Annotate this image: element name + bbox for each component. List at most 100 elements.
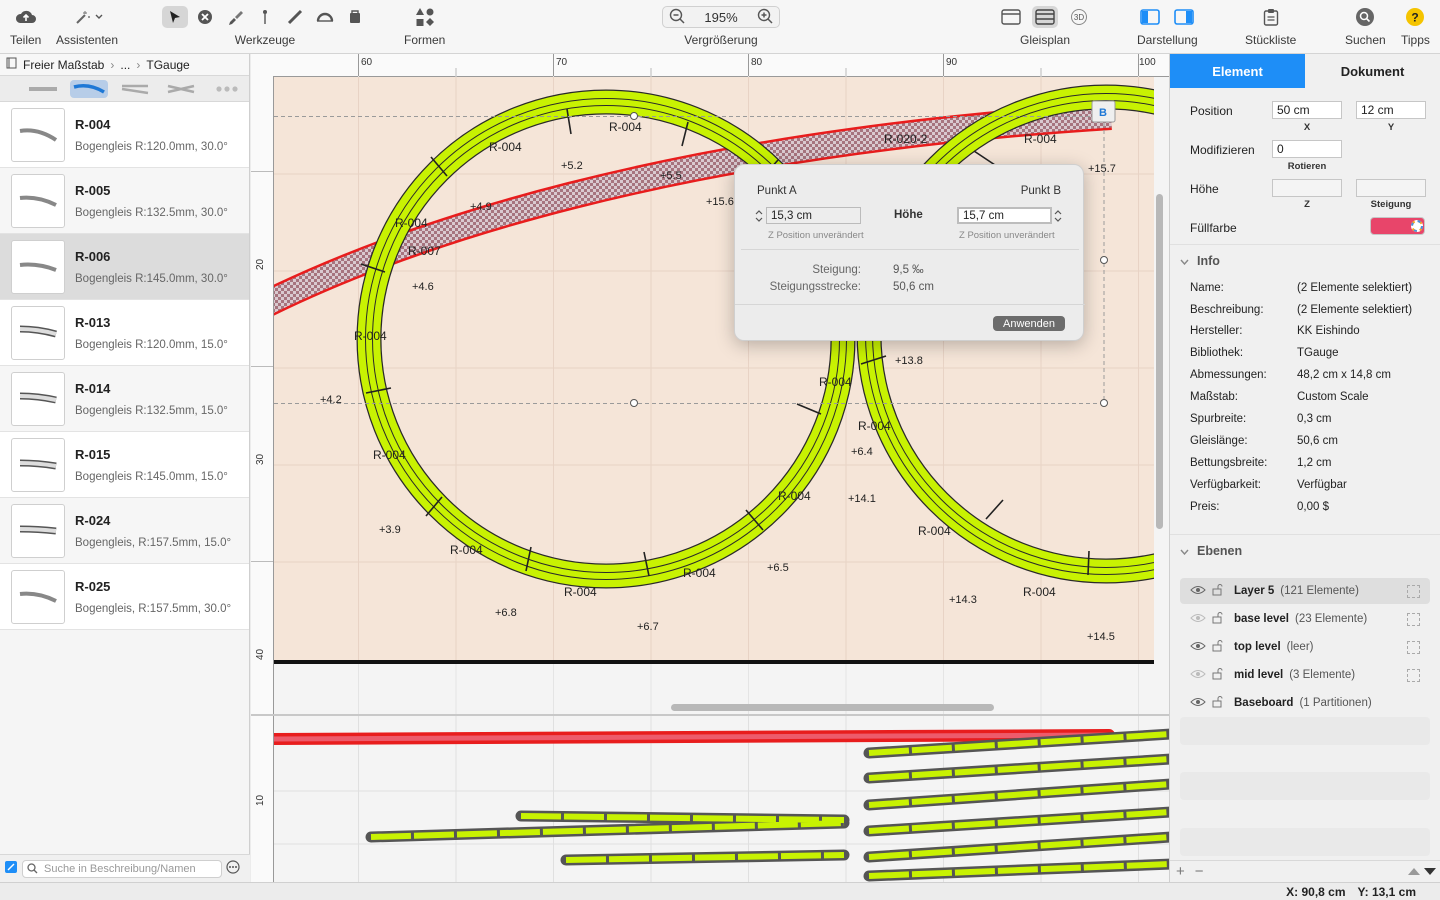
info-row: Beschreibung: (2 Elemente selektiert): [1190, 304, 1435, 316]
shapes-group[interactable]: Formen: [404, 6, 445, 47]
track-item[interactable]: R-005 Bogengleis R:132.5mm, 30.0°: [0, 168, 249, 234]
tips-label: Tipps: [1401, 33, 1430, 47]
toolbar: Teilen Assistenten Werkzeuge Formen 195%: [0, 0, 1440, 54]
track-item-desc: Bogengleis R:145.0mm, 15.0°: [75, 470, 228, 483]
layer-select-box[interactable]: [1407, 668, 1420, 682]
split-view-icon[interactable]: [1032, 6, 1058, 28]
layer-list-empty-row: [1180, 828, 1430, 856]
lock-open-icon[interactable]: [1212, 611, 1224, 627]
move-layer-icon[interactable]: [1407, 863, 1437, 880]
building-tool-icon[interactable]: [342, 6, 368, 28]
eye-icon[interactable]: [1190, 697, 1206, 710]
search-icon[interactable]: [1355, 6, 1375, 28]
track-item[interactable]: R-015 Bogengleis R:145.0mm, 15.0°: [0, 432, 249, 498]
clipboard-icon[interactable]: [1263, 6, 1279, 28]
breadcrumb-root[interactable]: Freier Maßstab: [23, 58, 104, 72]
lock-open-icon[interactable]: [1212, 639, 1224, 655]
height-z-field[interactable]: [1272, 179, 1342, 197]
position-x-field[interactable]: 50 cm: [1272, 101, 1342, 119]
track-item[interactable]: R-014 Bogengleis R:132.5mm, 15.0°: [0, 366, 249, 432]
track-label: R-004: [1024, 132, 1057, 146]
assistants-group[interactable]: Assistenten: [56, 6, 118, 47]
track-label: R-004: [858, 419, 891, 433]
lock-open-icon[interactable]: [1212, 583, 1224, 599]
layer-select-box[interactable]: [1407, 584, 1420, 598]
info-section-header[interactable]: Info: [1180, 254, 1220, 268]
library-search-input[interactable]: Suche in Beschreibung/Namen: [22, 859, 222, 878]
cloud-upload-icon[interactable]: [15, 6, 37, 28]
ruler-tool-icon[interactable]: [282, 6, 308, 28]
breadcrumb-current[interactable]: TGauge: [146, 58, 189, 72]
right-panel-icon[interactable]: [1171, 6, 1197, 28]
crossing-tab[interactable]: [162, 80, 200, 98]
lock-open-icon[interactable]: [1212, 667, 1224, 683]
point-a-height-field[interactable]: 15,3 cm: [766, 207, 861, 224]
point-b-stepper[interactable]: [1053, 208, 1063, 227]
view-group: Darstellung: [1137, 6, 1198, 47]
shapes-icon[interactable]: [415, 6, 435, 28]
layer-row[interactable]: Baseboard (1 Partitionen): [1180, 690, 1430, 716]
shapes-label: Formen: [404, 33, 446, 47]
share-group[interactable]: Teilen: [10, 6, 41, 47]
tab-element[interactable]: Element: [1170, 54, 1305, 88]
more-options-icon[interactable]: [226, 860, 240, 877]
3d-view-icon[interactable]: 3D: [1066, 6, 1092, 28]
library-toggle-icon[interactable]: [4, 860, 18, 877]
tab-document[interactable]: Dokument: [1305, 54, 1440, 88]
zoom-in-icon[interactable]: [757, 8, 773, 27]
eye-icon[interactable]: [1190, 669, 1206, 682]
point-a-stepper[interactable]: [754, 208, 764, 227]
magic-wand-icon[interactable]: [70, 6, 104, 28]
layer-select-box[interactable]: [1407, 640, 1420, 654]
add-layer-icon[interactable]: +: [1176, 863, 1185, 880]
track-label: R-004: [1023, 585, 1056, 599]
apply-button[interactable]: Anwenden: [993, 316, 1065, 331]
track-item[interactable]: R-025 Bogengleis, R:157.5mm, 30.0°: [0, 564, 249, 630]
parts-group[interactable]: Stückliste: [1245, 6, 1296, 47]
left-panel-icon[interactable]: [1137, 6, 1163, 28]
elevation-profile[interactable]: 10: [251, 716, 1169, 882]
track-item[interactable]: R-013 Bogengleis R:120.0mm, 15.0°: [0, 300, 249, 366]
brush-tool-icon[interactable]: [222, 6, 248, 28]
remove-layer-icon[interactable]: −: [1195, 863, 1204, 880]
slope-field[interactable]: [1356, 179, 1426, 197]
layer-row[interactable]: base level (23 Elemente): [1180, 606, 1430, 632]
info-key: Beschreibung:: [1190, 304, 1264, 316]
lock-open-icon[interactable]: [1212, 695, 1224, 711]
curved-track-tab[interactable]: [70, 79, 108, 98]
search-group[interactable]: Suchen: [1345, 6, 1386, 47]
position-y-field[interactable]: 12 cm: [1356, 101, 1426, 119]
track-label: R-004: [778, 489, 811, 503]
layers-section-header[interactable]: Ebenen: [1180, 544, 1242, 558]
zoom-value[interactable]: 195%: [704, 10, 737, 25]
layer-row[interactable]: Layer 5 (121 Elemente): [1180, 578, 1430, 604]
layer-row[interactable]: top level (leer): [1180, 634, 1430, 660]
turnout-tab[interactable]: [116, 80, 154, 98]
info-value: Custom Scale: [1297, 391, 1369, 403]
breadcrumb-ellipsis[interactable]: ...: [120, 58, 130, 72]
point-b-height-field[interactable]: 15,7 cm: [957, 207, 1052, 224]
eye-icon[interactable]: [1190, 585, 1206, 598]
tunnel-tool-icon[interactable]: [312, 6, 338, 28]
more-tracks-tab[interactable]: [208, 80, 246, 98]
pointer-tool-icon[interactable]: [162, 6, 188, 28]
track-item[interactable]: R-004 Bogengleis R:120.0mm, 30.0°: [0, 102, 249, 168]
window-view-icon[interactable]: [998, 6, 1024, 28]
track-item[interactable]: R-024 Bogengleis, R:157.5mm, 15.0°: [0, 498, 249, 564]
delete-tool-icon[interactable]: [192, 6, 218, 28]
eye-icon[interactable]: [1190, 641, 1206, 654]
eye-icon[interactable]: [1190, 613, 1206, 626]
zoom-out-icon[interactable]: [669, 8, 685, 27]
straight-track-tab[interactable]: [24, 80, 62, 98]
layer-select-box[interactable]: [1407, 612, 1420, 626]
track-item[interactable]: R-006 Bogengleis R:145.0mm, 30.0°: [0, 234, 249, 300]
layer-count: (leer): [1286, 641, 1314, 653]
pin-tool-icon[interactable]: [252, 6, 278, 28]
layer-row[interactable]: mid level (3 Elemente): [1180, 662, 1430, 688]
info-value: KK Eishindo: [1297, 325, 1360, 337]
color-wheel-icon[interactable]: [1410, 219, 1424, 236]
info-key: Name:: [1190, 282, 1224, 294]
rotate-field[interactable]: 0: [1272, 140, 1342, 158]
tips-group[interactable]: ? Tipps: [1401, 6, 1430, 47]
help-icon[interactable]: ?: [1405, 6, 1425, 28]
